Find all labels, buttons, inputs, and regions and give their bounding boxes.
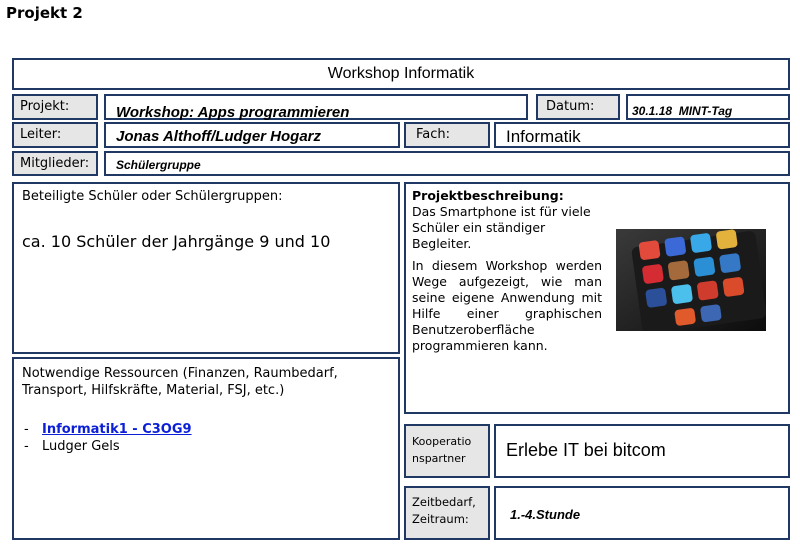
fach-value-box: Informatik — [494, 122, 790, 148]
beteiligte-box: Beteiligte Schüler oder Schülergruppen: … — [12, 182, 400, 354]
beteiligte-label: Beteiligte Schüler oder Schülergruppen: — [22, 189, 283, 204]
datum-label: Datum: — [536, 94, 620, 120]
ressourcen-box: Notwendige Ressourcen (Finanzen, Raumbed… — [12, 357, 400, 540]
leiter-value-box: Jonas Althoff/Ludger Hogarz — [104, 122, 400, 148]
kooperation-value: Erlebe IT bei bitcom — [506, 440, 666, 460]
projekt-label: Projekt: — [12, 94, 98, 120]
smartphone-apps-icon — [616, 229, 766, 331]
projekt-value: Workshop: Apps programmieren — [116, 104, 350, 121]
list-item: Ludger Gels — [18, 438, 192, 455]
zeit-value-box: 1.-4.Stunde — [494, 486, 790, 540]
ressource-link[interactable]: Informatik1 - C3OG9 — [42, 422, 192, 437]
ressource-text: Ludger Gels — [42, 439, 120, 454]
kooperation-value-box: Erlebe IT bei bitcom — [494, 424, 790, 478]
kooperation-label: Kooperationspartner — [412, 435, 472, 465]
projekt-value-box: Workshop: Apps programmieren — [104, 94, 528, 121]
ressourcen-list: Informatik1 - C3OG9 Ludger Gels — [18, 421, 192, 455]
leiter-value: Jonas Althoff/Ludger Hogarz — [116, 128, 322, 145]
page-title: Projekt 2 — [6, 4, 83, 22]
datum-value: 30.1.18 MINT-Tag — [632, 104, 733, 118]
datum-value-box: 30.1.18 MINT-Tag — [626, 94, 790, 120]
beschreibung-para1: Das Smartphone ist für viele Schüler ein… — [412, 204, 591, 251]
zeit-label: Zeitbedarf, Zeitraum: — [412, 495, 476, 526]
kooperation-label-box: Kooperationspartner — [404, 424, 490, 478]
beschreibung-box: Projektbeschreibung: Das Smartphone ist … — [404, 182, 790, 414]
beteiligte-value: ca. 10 Schüler der Jahrgänge 9 und 10 — [22, 232, 331, 251]
mitglieder-value: Schülergruppe — [116, 158, 201, 172]
ressourcen-label: Notwendige Ressourcen (Finanzen, Raumbed… — [22, 366, 338, 398]
zeit-label-box: Zeitbedarf, Zeitraum: — [404, 486, 490, 540]
workshop-title-box: Workshop Informatik — [12, 58, 790, 90]
beschreibung-label: Projektbeschreibung: — [412, 188, 564, 203]
leiter-label: Leiter: — [12, 122, 98, 148]
fach-label: Fach: — [404, 122, 490, 148]
beschreibung-para2: In diesem Workshop werden Wege aufgezeig… — [412, 258, 602, 353]
beschreibung-text: Projektbeschreibung: Das Smartphone ist … — [412, 188, 602, 360]
workshop-title: Workshop Informatik — [327, 65, 475, 82]
mitglieder-value-box: Schülergruppe — [104, 151, 790, 176]
fach-value: Informatik — [506, 127, 581, 146]
mitglieder-label: Mitglieder: — [12, 151, 98, 176]
zeit-value: 1.-4.Stunde — [510, 507, 581, 522]
list-item[interactable]: Informatik1 - C3OG9 — [18, 421, 192, 438]
